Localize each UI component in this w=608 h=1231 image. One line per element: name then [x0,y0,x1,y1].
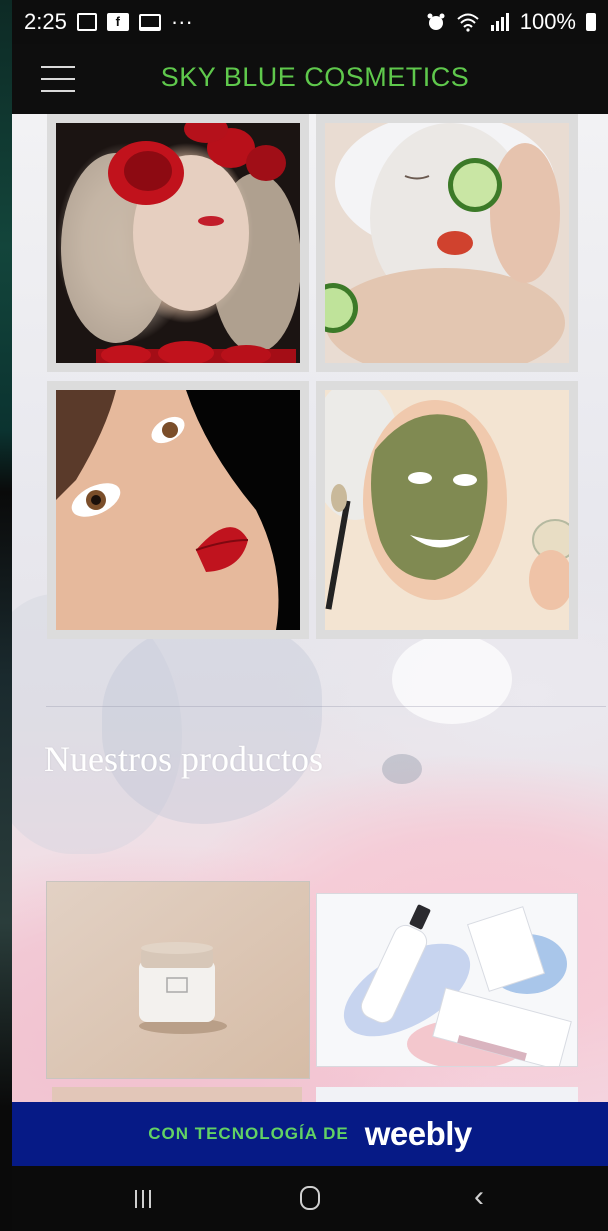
back-icon[interactable]: ‹ [474,1182,484,1212]
product-card-partial-right[interactable] [316,1087,578,1102]
gallery-image-green-mask[interactable] [316,381,578,639]
home-icon[interactable] [300,1186,320,1210]
site-header: SKY BLUE COSMETICS [12,44,608,114]
wifi-icon [457,13,479,32]
background-decoration [382,754,422,784]
status-bar: 2:25 f ··· 100% [12,0,608,44]
battery-icon [586,13,596,31]
status-right: 100% [426,9,596,35]
phone-screen: 2:25 f ··· 100% SKY BLUE COSMETICS Nuest… [12,0,608,1231]
product-image-lotion-set [317,894,577,1066]
product-card-cream-jar[interactable] [46,881,310,1079]
status-left: 2:25 f ··· [24,9,193,35]
photo-red-lips-portrait [56,390,300,630]
alarm-icon [427,13,445,30]
recent-apps-icon[interactable] [135,1190,157,1208]
weebly-logo: weebly [364,1115,473,1152]
gallery-image-red-lips[interactable] [47,381,309,639]
battery-percent: 100% [519,9,576,34]
photo-green-clay-mask [325,390,569,630]
photo-cucumber-mask [325,123,569,363]
product-card-partial-left[interactable] [52,1087,302,1102]
background-decoration [392,634,512,724]
page-content[interactable]: Nuestros productos [12,114,608,1102]
site-title[interactable]: SKY BLUE COSMETICS [12,62,608,93]
more-notifications-icon: ··· [170,9,193,34]
product-image-cream-jar [47,882,309,1078]
facebook-icon: f [106,13,129,31]
background-decoration [102,624,322,824]
gallery-image-cucumber-mask[interactable] [316,114,578,372]
laptop-icon [138,13,161,31]
system-navigation-bar: ‹ [12,1166,608,1231]
signal-icon [490,13,509,31]
section-heading-products: Nuestros productos [44,739,323,779]
weebly-banner[interactable]: CON TECNOLOGÍA DE weebly [12,1102,608,1166]
gallery-image-roses[interactable] [47,114,309,372]
gallery-icon [76,13,97,31]
weebly-banner-label: CON TECNOLOGÍA DE [148,1124,349,1143]
section-divider [46,706,606,707]
clock: 2:25 [24,9,67,34]
background-strip [0,0,12,1231]
product-card-lotion-set[interactable] [316,893,578,1067]
photo-roses-portrait [61,123,300,363]
